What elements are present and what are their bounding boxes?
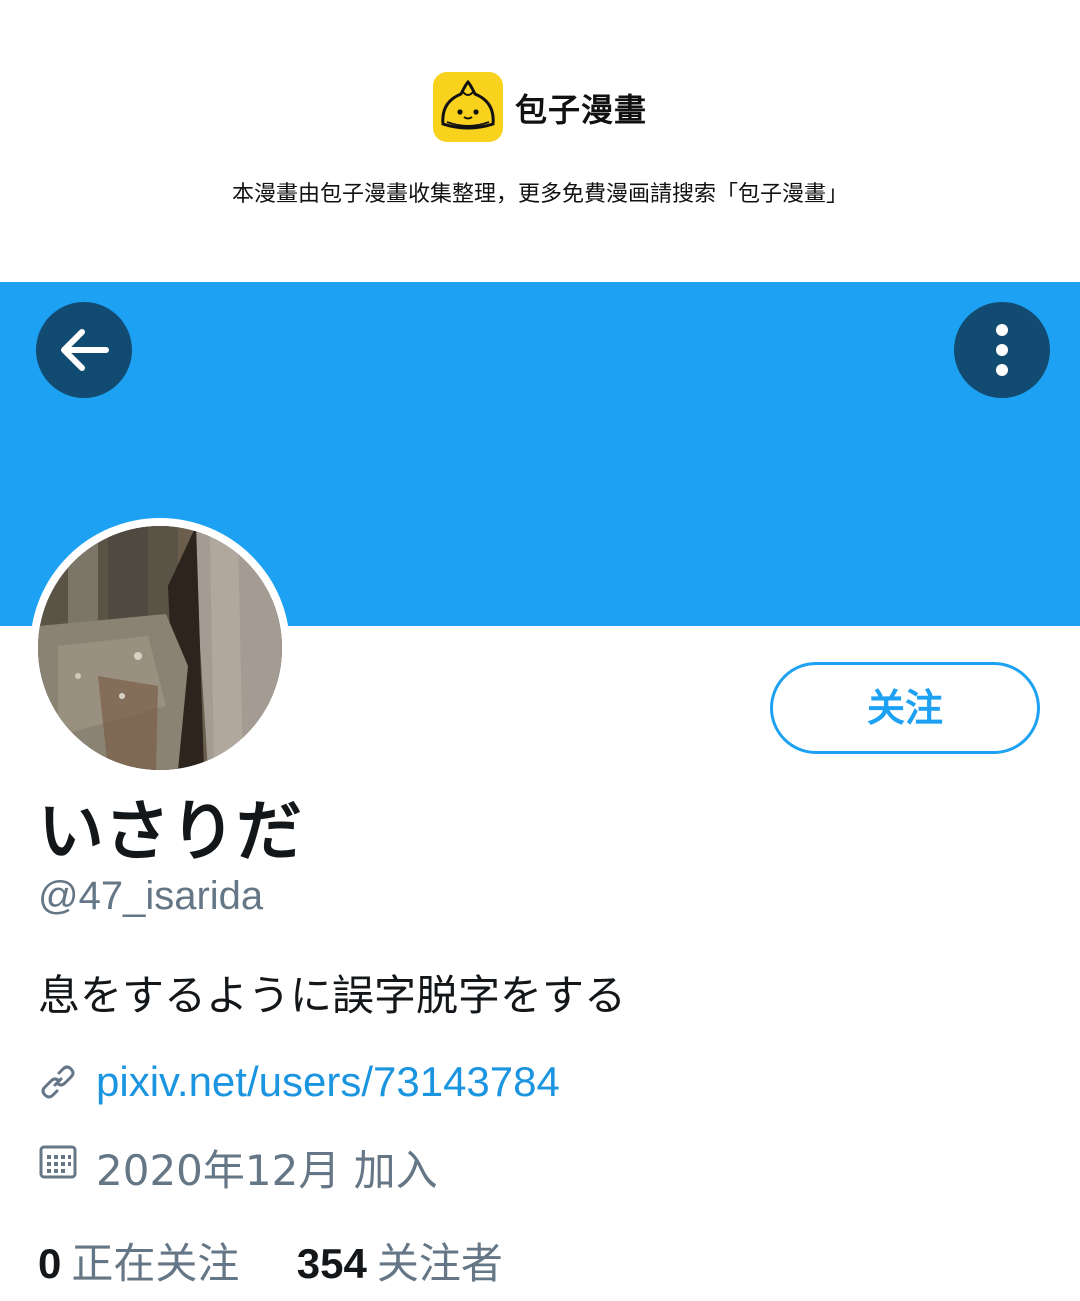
followers-number: 354 — [296, 1240, 367, 1287]
follow-stats: 0 正在关注 354 关注者 — [38, 1230, 547, 1288]
followers-label: 关注者 — [376, 1239, 503, 1288]
watermark-notice: 本漫畫由包子漫畫收集整理，更多免費漫画請搜索「包子漫畫」 — [231, 182, 848, 207]
arrow-left-icon — [61, 329, 109, 371]
user-handle: @47_isarida — [38, 874, 264, 918]
site-name: 包子漫畫 — [515, 91, 648, 129]
calendar-icon — [39, 1145, 77, 1179]
bun-logo-icon — [433, 72, 503, 142]
back-button[interactable] — [36, 302, 132, 398]
following-number: 0 — [38, 1240, 62, 1287]
following-count[interactable]: 0 正在关注 — [38, 1230, 239, 1291]
joined-date: 2020年12月 加入 — [96, 1146, 438, 1195]
follow-button[interactable]: 关注 — [770, 662, 1040, 754]
bio-text: 息をするように誤字脱字をする — [38, 971, 627, 1020]
profile-link[interactable]: pixiv.net/users/73143784 — [96, 1058, 560, 1106]
more-vertical-icon — [996, 324, 1008, 376]
followers-count[interactable]: 354 关注者 — [297, 1230, 503, 1291]
display-name: いさりだ — [38, 793, 302, 870]
watermark-header: 包子漫畫 本漫畫由包子漫畫收集整理，更多免費漫画請搜索「包子漫畫」 — [0, 0, 1080, 282]
avatar[interactable] — [30, 518, 290, 778]
avatar-image — [38, 526, 282, 770]
more-options-button[interactable] — [954, 302, 1050, 398]
link-icon — [41, 1065, 75, 1099]
following-label: 正在关注 — [71, 1239, 240, 1288]
